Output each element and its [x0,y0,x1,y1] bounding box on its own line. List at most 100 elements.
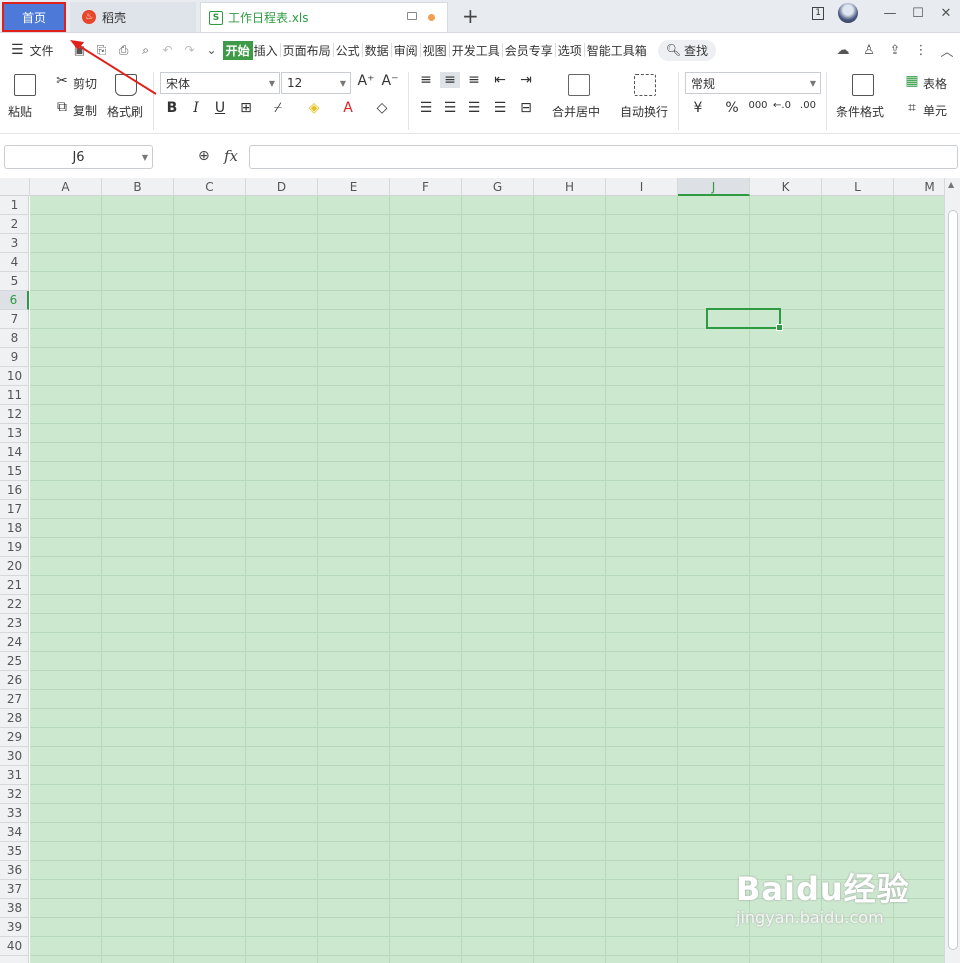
cell-icon[interactable]: ⌗ [902,100,922,116]
search-box[interactable]: 🔍︎ 查找 [657,39,716,61]
tab-home[interactable]: 首页 [2,2,66,32]
redo-icon[interactable]: ↷ [179,43,201,57]
align-top-icon[interactable]: ≡ [416,72,436,88]
row-header[interactable]: 19 [0,538,29,557]
decrease-decimal-icon[interactable]: .00 [798,100,818,111]
row-header[interactable]: 22 [0,595,29,614]
avatar[interactable] [838,3,858,23]
menu-tab-start[interactable]: 开始 [222,40,253,60]
row-header[interactable]: 24 [0,633,29,652]
scissors-icon[interactable]: ✂ [52,73,72,89]
distributed-icon[interactable]: ⊟ [516,100,536,116]
cut-button[interactable]: 剪切 [73,75,97,92]
number-format-select[interactable]: 常规 ▼ [685,72,821,94]
row-header[interactable]: 5 [0,272,29,291]
bold-icon[interactable]: B [162,100,182,116]
row-header[interactable]: 17 [0,500,29,519]
menu-tab-review[interactable]: 审阅 [393,42,419,59]
row-header[interactable]: 2 [0,215,29,234]
menu-tab-member[interactable]: 会员专享 [504,42,554,59]
column-header[interactable]: D [246,178,318,196]
percent-button[interactable]: % [722,100,742,116]
copy-button[interactable]: 复制 [73,102,97,119]
print-preview-icon[interactable]: ⌕ [135,43,157,58]
table-style-icon[interactable]: ▦ [902,73,922,89]
column-header[interactable]: A [30,178,102,196]
row-header[interactable]: 8 [0,329,29,348]
copy-icon[interactable]: ⧉ [52,99,72,115]
row-header[interactable]: 25 [0,652,29,671]
align-bottom-icon[interactable]: ≡ [464,72,484,88]
paste-icon[interactable] [14,74,36,96]
more-icon[interactable]: ⋮ [908,43,934,58]
name-box[interactable]: J6 ▼ [4,145,153,169]
row-header[interactable]: 21 [0,576,29,595]
scroll-up-icon[interactable]: ▲ [948,180,954,189]
decrease-indent-icon[interactable]: ⇤ [490,72,510,88]
font-size-select[interactable]: 12 ▼ [281,72,351,94]
scrollbar-thumb[interactable] [948,210,958,950]
hamburger-menu-icon[interactable]: ☰ [10,42,25,58]
row-header[interactable]: 27 [0,690,29,709]
wrap-text-icon[interactable] [634,74,656,96]
increase-decimal-icon[interactable]: ←.0 [772,100,792,111]
align-center-icon[interactable]: ☰ [440,100,460,116]
thousands-button[interactable]: 000 [748,100,768,111]
collapse-ribbon-icon[interactable]: ︿ [934,41,960,60]
decrease-font-icon[interactable]: A⁻ [380,73,400,89]
row-header[interactable]: 35 [0,842,29,861]
row-header[interactable]: 30 [0,747,29,766]
menu-tab-data[interactable]: 数据 [364,42,390,59]
row-header[interactable]: 26 [0,671,29,690]
row-header[interactable]: 6 [0,291,29,310]
row-header[interactable]: 31 [0,766,29,785]
merge-center-icon[interactable] [568,74,590,96]
font-color-icon[interactable]: A [338,100,358,116]
row-header[interactable]: 16 [0,481,29,500]
column-header[interactable]: G [462,178,534,196]
customize-quick-access-icon[interactable]: ⌄ [201,43,223,57]
cell-area[interactable] [30,196,944,963]
tab-daoke[interactable]: ♨ 稻壳 [70,2,196,32]
currency-button[interactable]: ¥ [688,100,708,116]
row-header[interactable]: 4 [0,253,29,272]
tab-file[interactable]: S 工作日程表.xls [200,2,448,32]
cell-button[interactable]: 单元 [923,102,947,119]
column-header[interactable]: L [822,178,894,196]
merge-center-button[interactable]: 合并居中 [552,103,600,120]
menu-tab-formula[interactable]: 公式 [335,42,361,59]
undo-icon[interactable]: ↶ [157,43,179,57]
row-header[interactable]: 10 [0,367,29,386]
row-header[interactable]: 28 [0,709,29,728]
column-header[interactable]: F [390,178,462,196]
column-header[interactable]: H [534,178,606,196]
vertical-scrollbar[interactable]: ▲ [944,178,960,963]
screen-icon[interactable] [407,12,417,20]
row-header[interactable]: 29 [0,728,29,747]
share-icon[interactable]: ⇪ [882,43,908,58]
new-tab-button[interactable]: + [462,4,479,28]
export-icon[interactable]: ⎘ [91,43,113,58]
row-header[interactable]: 36 [0,861,29,880]
print-icon[interactable]: ⎙ [113,43,135,58]
justify-icon[interactable]: ☰ [490,100,510,116]
increase-font-icon[interactable]: A⁺ [356,73,376,89]
align-right-icon[interactable]: ☰ [464,100,484,116]
maximize-button[interactable]: ☐ [904,6,932,21]
increase-indent-icon[interactable]: ⇥ [516,72,536,88]
row-header[interactable]: 15 [0,462,29,481]
row-header[interactable]: 40 [0,937,29,956]
menu-tab-view[interactable]: 视图 [422,42,448,59]
align-middle-icon[interactable]: ≡ [440,72,460,88]
menu-tab-developer[interactable]: 开发工具 [451,42,501,59]
menu-tab-page-layout[interactable]: 页面布局 [282,42,332,59]
underline-icon[interactable]: U [210,100,230,116]
conditional-format-icon[interactable] [852,74,874,96]
row-header[interactable]: 12 [0,405,29,424]
close-button[interactable]: ✕ [932,6,960,21]
column-header[interactable]: K [750,178,822,196]
row-header[interactable]: 13 [0,424,29,443]
row-header[interactable]: 20 [0,557,29,576]
row-header[interactable]: 38 [0,899,29,918]
row-header[interactable]: 9 [0,348,29,367]
